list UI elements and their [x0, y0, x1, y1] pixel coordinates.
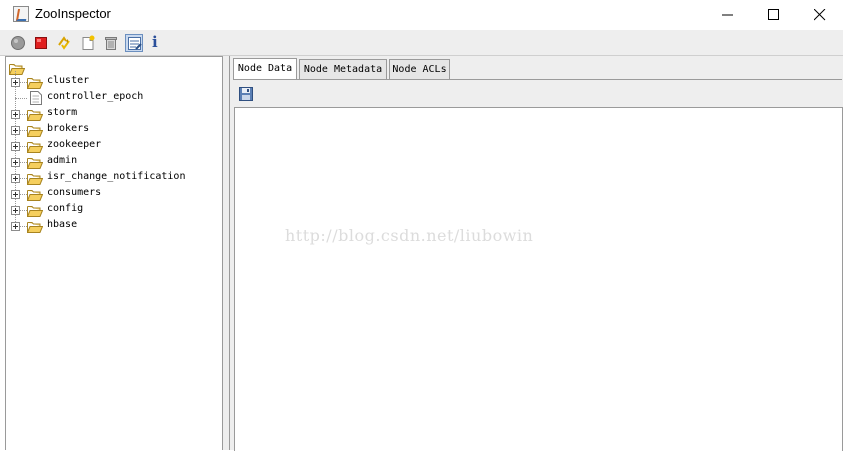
node-data-panel — [233, 79, 843, 451]
expand-icon[interactable] — [11, 174, 20, 183]
folder-icon — [27, 126, 43, 137]
folder-icon — [27, 78, 43, 89]
tree-node[interactable]: cluster — [6, 74, 216, 90]
tree-node[interactable]: admin — [6, 154, 216, 170]
expand-icon[interactable] — [11, 110, 20, 119]
app-icon — [13, 6, 29, 22]
tree-connector — [20, 162, 27, 163]
disconnect-button[interactable] — [32, 34, 50, 52]
tree-connector — [20, 146, 27, 147]
trash-icon — [105, 37, 117, 50]
close-icon — [814, 9, 826, 21]
maximize-icon — [768, 9, 779, 20]
stop-icon — [35, 37, 47, 49]
delete-node-button[interactable] — [102, 34, 120, 52]
expand-icon[interactable] — [11, 206, 20, 215]
tree-node[interactable]: isr_change_notification — [6, 170, 216, 186]
tree-node-label: cluster — [47, 75, 90, 86]
tree-node-label: hbase — [47, 219, 78, 230]
expand-icon[interactable] — [11, 78, 20, 87]
tree-node-label: admin — [47, 155, 78, 166]
folder-icon — [27, 174, 43, 185]
tree-node-label: consumers — [47, 187, 102, 198]
toolbar: i — [0, 30, 843, 56]
folder-icon — [27, 222, 43, 233]
tree-node[interactable]: consumers — [6, 186, 216, 202]
tree-node-label: brokers — [47, 123, 90, 134]
node-data-editor[interactable] — [234, 107, 843, 451]
tree-connector — [20, 194, 27, 195]
refresh-icon — [58, 36, 70, 50]
tree-node-label: controller_epoch — [47, 91, 144, 102]
tree-node[interactable]: controller_epoch — [6, 90, 216, 106]
connect-icon — [11, 36, 25, 50]
add-node-icon — [82, 35, 95, 50]
file-icon — [30, 91, 42, 105]
refresh-button[interactable] — [55, 34, 73, 52]
window-title: ZooInspector — [35, 6, 111, 21]
expand-icon[interactable] — [11, 126, 20, 135]
folder-icon — [27, 190, 43, 201]
node-viewers-button[interactable] — [125, 34, 143, 52]
watermark-text: http://blog.csdn.net/liubowin — [285, 226, 534, 245]
about-button[interactable]: i — [148, 33, 166, 52]
tree-node[interactable]: brokers — [6, 122, 216, 138]
tree-connector — [20, 130, 27, 131]
tree-node[interactable]: config — [6, 202, 216, 218]
expand-icon[interactable] — [11, 190, 20, 199]
folder-icon — [27, 142, 43, 153]
tree-node[interactable]: storm — [6, 106, 216, 122]
minimize-icon — [722, 14, 733, 16]
folder-icon — [27, 158, 43, 169]
tree-connector — [20, 210, 27, 211]
folder-icon — [27, 110, 43, 121]
close-button[interactable] — [797, 0, 843, 30]
tree-node[interactable]: hbase — [6, 218, 216, 234]
info-icon: i — [152, 33, 158, 51]
save-icon — [239, 87, 253, 101]
tab-node-metadata[interactable]: Node Metadata — [299, 59, 387, 80]
expand-icon[interactable] — [11, 158, 20, 167]
tree-node-label: zookeeper — [47, 139, 102, 150]
expand-icon[interactable] — [11, 222, 20, 231]
tab-node-data[interactable]: Node Data — [233, 58, 297, 80]
tree-node-label: config — [47, 203, 84, 214]
tree-connector — [20, 226, 27, 227]
maximize-button[interactable] — [751, 0, 797, 30]
expand-icon[interactable] — [11, 142, 20, 151]
node-tree-panel: cluster controller_epochstorm brokers zooke… — [5, 56, 223, 450]
add-node-button[interactable] — [79, 34, 97, 52]
tree-connector — [20, 82, 27, 83]
save-button[interactable] — [238, 86, 254, 106]
tree-connector — [15, 98, 27, 99]
tree-connector — [20, 114, 27, 115]
tree-node-label: isr_change_notification — [47, 171, 186, 182]
minimize-button[interactable] — [705, 0, 751, 30]
viewers-icon — [128, 37, 142, 50]
title-bar: ZooInspector — [0, 0, 843, 30]
tree-connector — [20, 178, 27, 179]
folder-icon — [27, 206, 43, 217]
tree-node[interactable]: zookeeper — [6, 138, 216, 154]
tab-node-acls[interactable]: Node ACLs — [389, 59, 450, 80]
connect-button[interactable] — [9, 34, 27, 52]
tree-node-label: storm — [47, 107, 78, 118]
node-details-panel: Node Data Node Metadata Node ACLs — [229, 56, 843, 451]
